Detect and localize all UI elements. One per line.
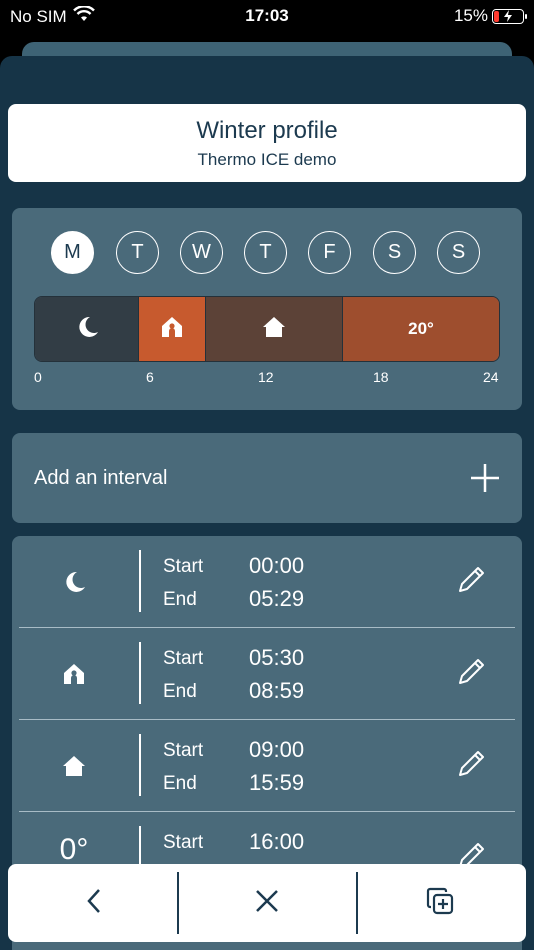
tick-label: 6 [146, 369, 154, 385]
battery-group: 15% [453, 6, 527, 26]
away-home-icon [54, 658, 94, 690]
tick-label: 18 [373, 369, 389, 385]
tick-label: 0 [34, 369, 42, 385]
pencil-icon[interactable] [456, 747, 488, 784]
end-label: End [163, 681, 197, 702]
comfort-temperature: 20° [408, 319, 434, 338]
interval-row: Start End 05:30 08:59 [12, 628, 522, 720]
day-wednesday[interactable]: W [180, 231, 223, 274]
pencil-icon[interactable] [456, 655, 488, 692]
end-label: End [163, 773, 197, 794]
start-time: 00:00 [249, 553, 305, 578]
away-home-icon [161, 316, 183, 343]
profile-title: Winter profile [196, 117, 338, 144]
tick-label: 12 [258, 369, 274, 385]
pencil-icon[interactable] [456, 563, 488, 600]
plus-icon [470, 463, 500, 498]
start-time: 05:30 [249, 645, 305, 670]
bar-separator [177, 872, 179, 934]
day-saturday[interactable]: S [373, 231, 416, 274]
status-bar: No SIM 17:03 15% [0, 0, 534, 40]
copy-icon [426, 887, 454, 920]
timeline-segment-comfort[interactable]: 20° [343, 297, 499, 361]
copy-button[interactable] [353, 864, 526, 942]
chevron-left-icon [86, 888, 102, 919]
interval-row: Start End 00:00 05:29 [12, 536, 522, 628]
end-label: End [163, 589, 197, 610]
start-label: Start [163, 832, 204, 853]
back-button[interactable] [8, 864, 181, 942]
start-label: Start [163, 648, 204, 669]
close-icon [255, 889, 279, 918]
battery-percent: 15% [453, 6, 488, 25]
home-icon [54, 750, 94, 782]
weekly-schedule-card: M T W T F S S 20° 0 6 12 18 24 [12, 208, 522, 410]
end-time: 15:59 [249, 770, 305, 795]
row-divider-vertical [139, 642, 141, 704]
close-button[interactable] [181, 864, 354, 942]
timeline-segment-home[interactable] [206, 297, 343, 361]
temperature-label: 0° [59, 833, 89, 866]
day-tuesday[interactable]: T [116, 231, 159, 274]
add-interval-label: Add an interval [34, 467, 168, 489]
day-thursday[interactable]: T [244, 231, 287, 274]
interval-row: Start End 09:00 15:59 [12, 720, 522, 812]
moon-icon [74, 314, 100, 345]
timeline-segment-night[interactable] [35, 297, 139, 361]
home-icon [262, 316, 286, 343]
end-time: 08:59 [249, 678, 305, 703]
end-time: 05:29 [249, 586, 305, 611]
profile-subtitle: Thermo ICE demo [197, 150, 337, 169]
start-time: 16:00 [249, 829, 305, 854]
profile-header: Winter profile Thermo ICE demo [8, 104, 526, 182]
tick-label: 24 [483, 369, 499, 385]
start-label: Start [163, 556, 204, 577]
start-label: Start [163, 740, 204, 761]
row-divider-vertical [139, 550, 141, 612]
battery-icon [492, 8, 527, 24]
bottom-action-bar [8, 864, 526, 942]
start-time: 09:00 [249, 737, 305, 762]
add-interval-button[interactable]: Add an interval [12, 433, 522, 523]
day-timeline[interactable]: 20° [34, 296, 500, 362]
timeline-segment-away[interactable] [139, 297, 206, 361]
day-monday[interactable]: M [51, 231, 94, 274]
moon-icon [54, 566, 94, 598]
day-sunday[interactable]: S [437, 231, 480, 274]
day-friday[interactable]: F [308, 231, 351, 274]
row-divider-vertical [139, 734, 141, 796]
